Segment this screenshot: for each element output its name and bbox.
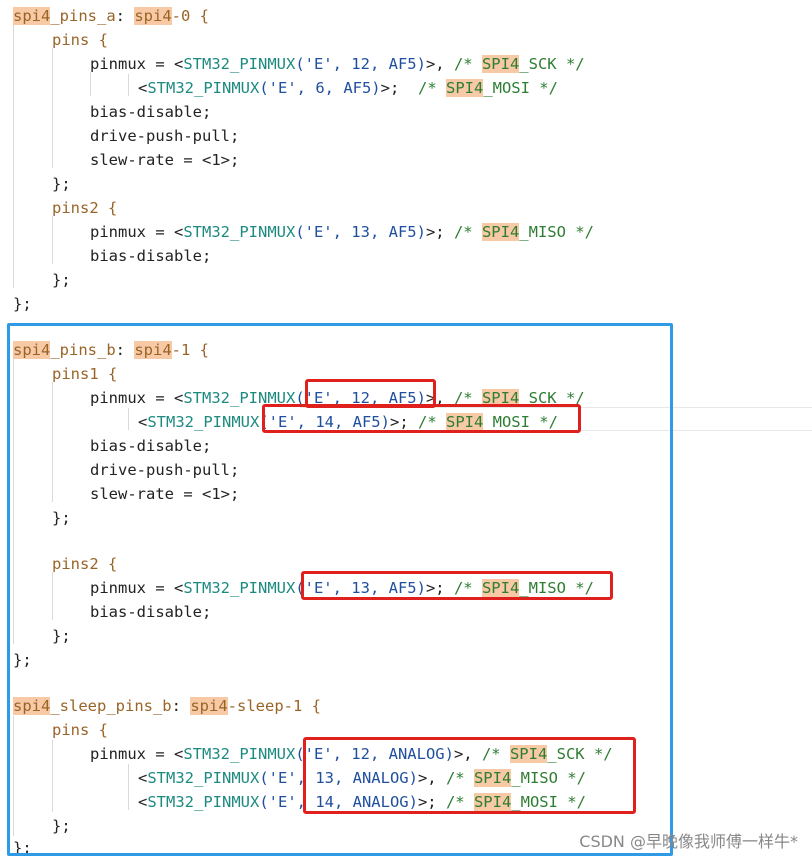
code-line: };: [52, 271, 71, 289]
code-line: pins {: [52, 31, 108, 49]
indent-guide: [52, 48, 53, 168]
code-line: bias-disable;: [90, 103, 212, 121]
code-line: pinmux = <STM32_PINMUX('E', 12, AF5)>, /…: [90, 55, 585, 73]
code-line: spi4_pins_a: spi4-0 {: [13, 7, 209, 25]
indent-guide: [128, 74, 129, 96]
code-line: drive-push-pull;: [90, 127, 240, 145]
code-line: slew-rate = <1>;: [90, 151, 240, 169]
red-annotation-box: [301, 571, 613, 600]
code-line: pinmux = <STM32_PINMUX('E', 13, AF5)>; /…: [90, 223, 594, 241]
code-line: <STM32_PINMUX('E', 6, AF5)>; /* SPI4_MOS…: [138, 79, 558, 97]
code-line: };: [13, 295, 32, 313]
code-line: };: [52, 175, 71, 193]
red-annotation-box: [262, 404, 581, 433]
code-line: pins2 {: [52, 199, 118, 217]
code-line: bias-disable;: [90, 247, 212, 265]
code-editor[interactable]: spi4_pins_a: spi4-0 { pins { pinmux = <S…: [0, 0, 812, 860]
red-annotation-box: [303, 737, 636, 814]
csdn-watermark: CSDN @早晚像我师傅一样牛*: [579, 832, 798, 851]
indent-guide: [13, 24, 14, 288]
indent-guide: [52, 216, 53, 264]
